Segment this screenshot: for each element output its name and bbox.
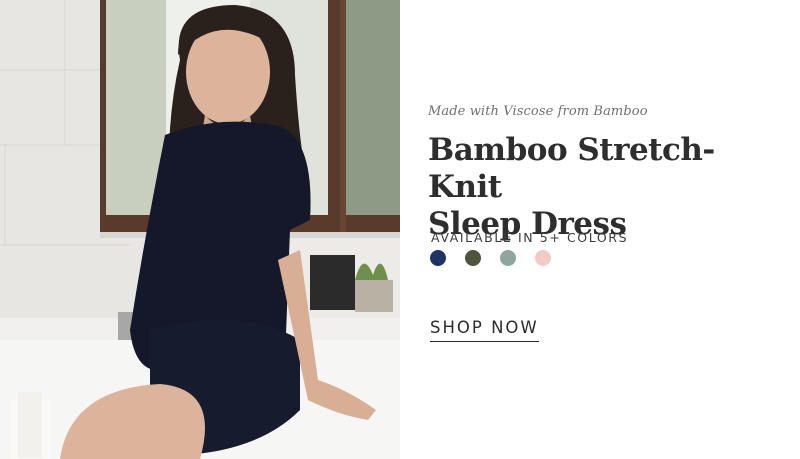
swatch-sage[interactable] bbox=[500, 250, 516, 266]
product-banner: Made with Viscose from Bamboo Bamboo Str… bbox=[0, 0, 800, 459]
swatch-blush[interactable] bbox=[535, 250, 551, 266]
color-swatches bbox=[430, 250, 551, 266]
model-photo-illustration bbox=[0, 0, 400, 459]
shop-now-link[interactable]: SHOP NOW bbox=[430, 318, 539, 342]
swatch-olive[interactable] bbox=[465, 250, 481, 266]
availability-text: AVAILABLE IN 5+ COLORS bbox=[431, 230, 629, 245]
product-title-line-1: Bamboo Stretch-Knit bbox=[428, 132, 715, 205]
product-info-panel: Made with Viscose from Bamboo Bamboo Str… bbox=[400, 0, 800, 459]
material-tagline: Made with Viscose from Bamboo bbox=[428, 104, 648, 119]
product-title: Bamboo Stretch-Knit Sleep Dress bbox=[428, 132, 778, 243]
hero-photo[interactable] bbox=[0, 0, 400, 459]
swatch-navy[interactable] bbox=[430, 250, 446, 266]
